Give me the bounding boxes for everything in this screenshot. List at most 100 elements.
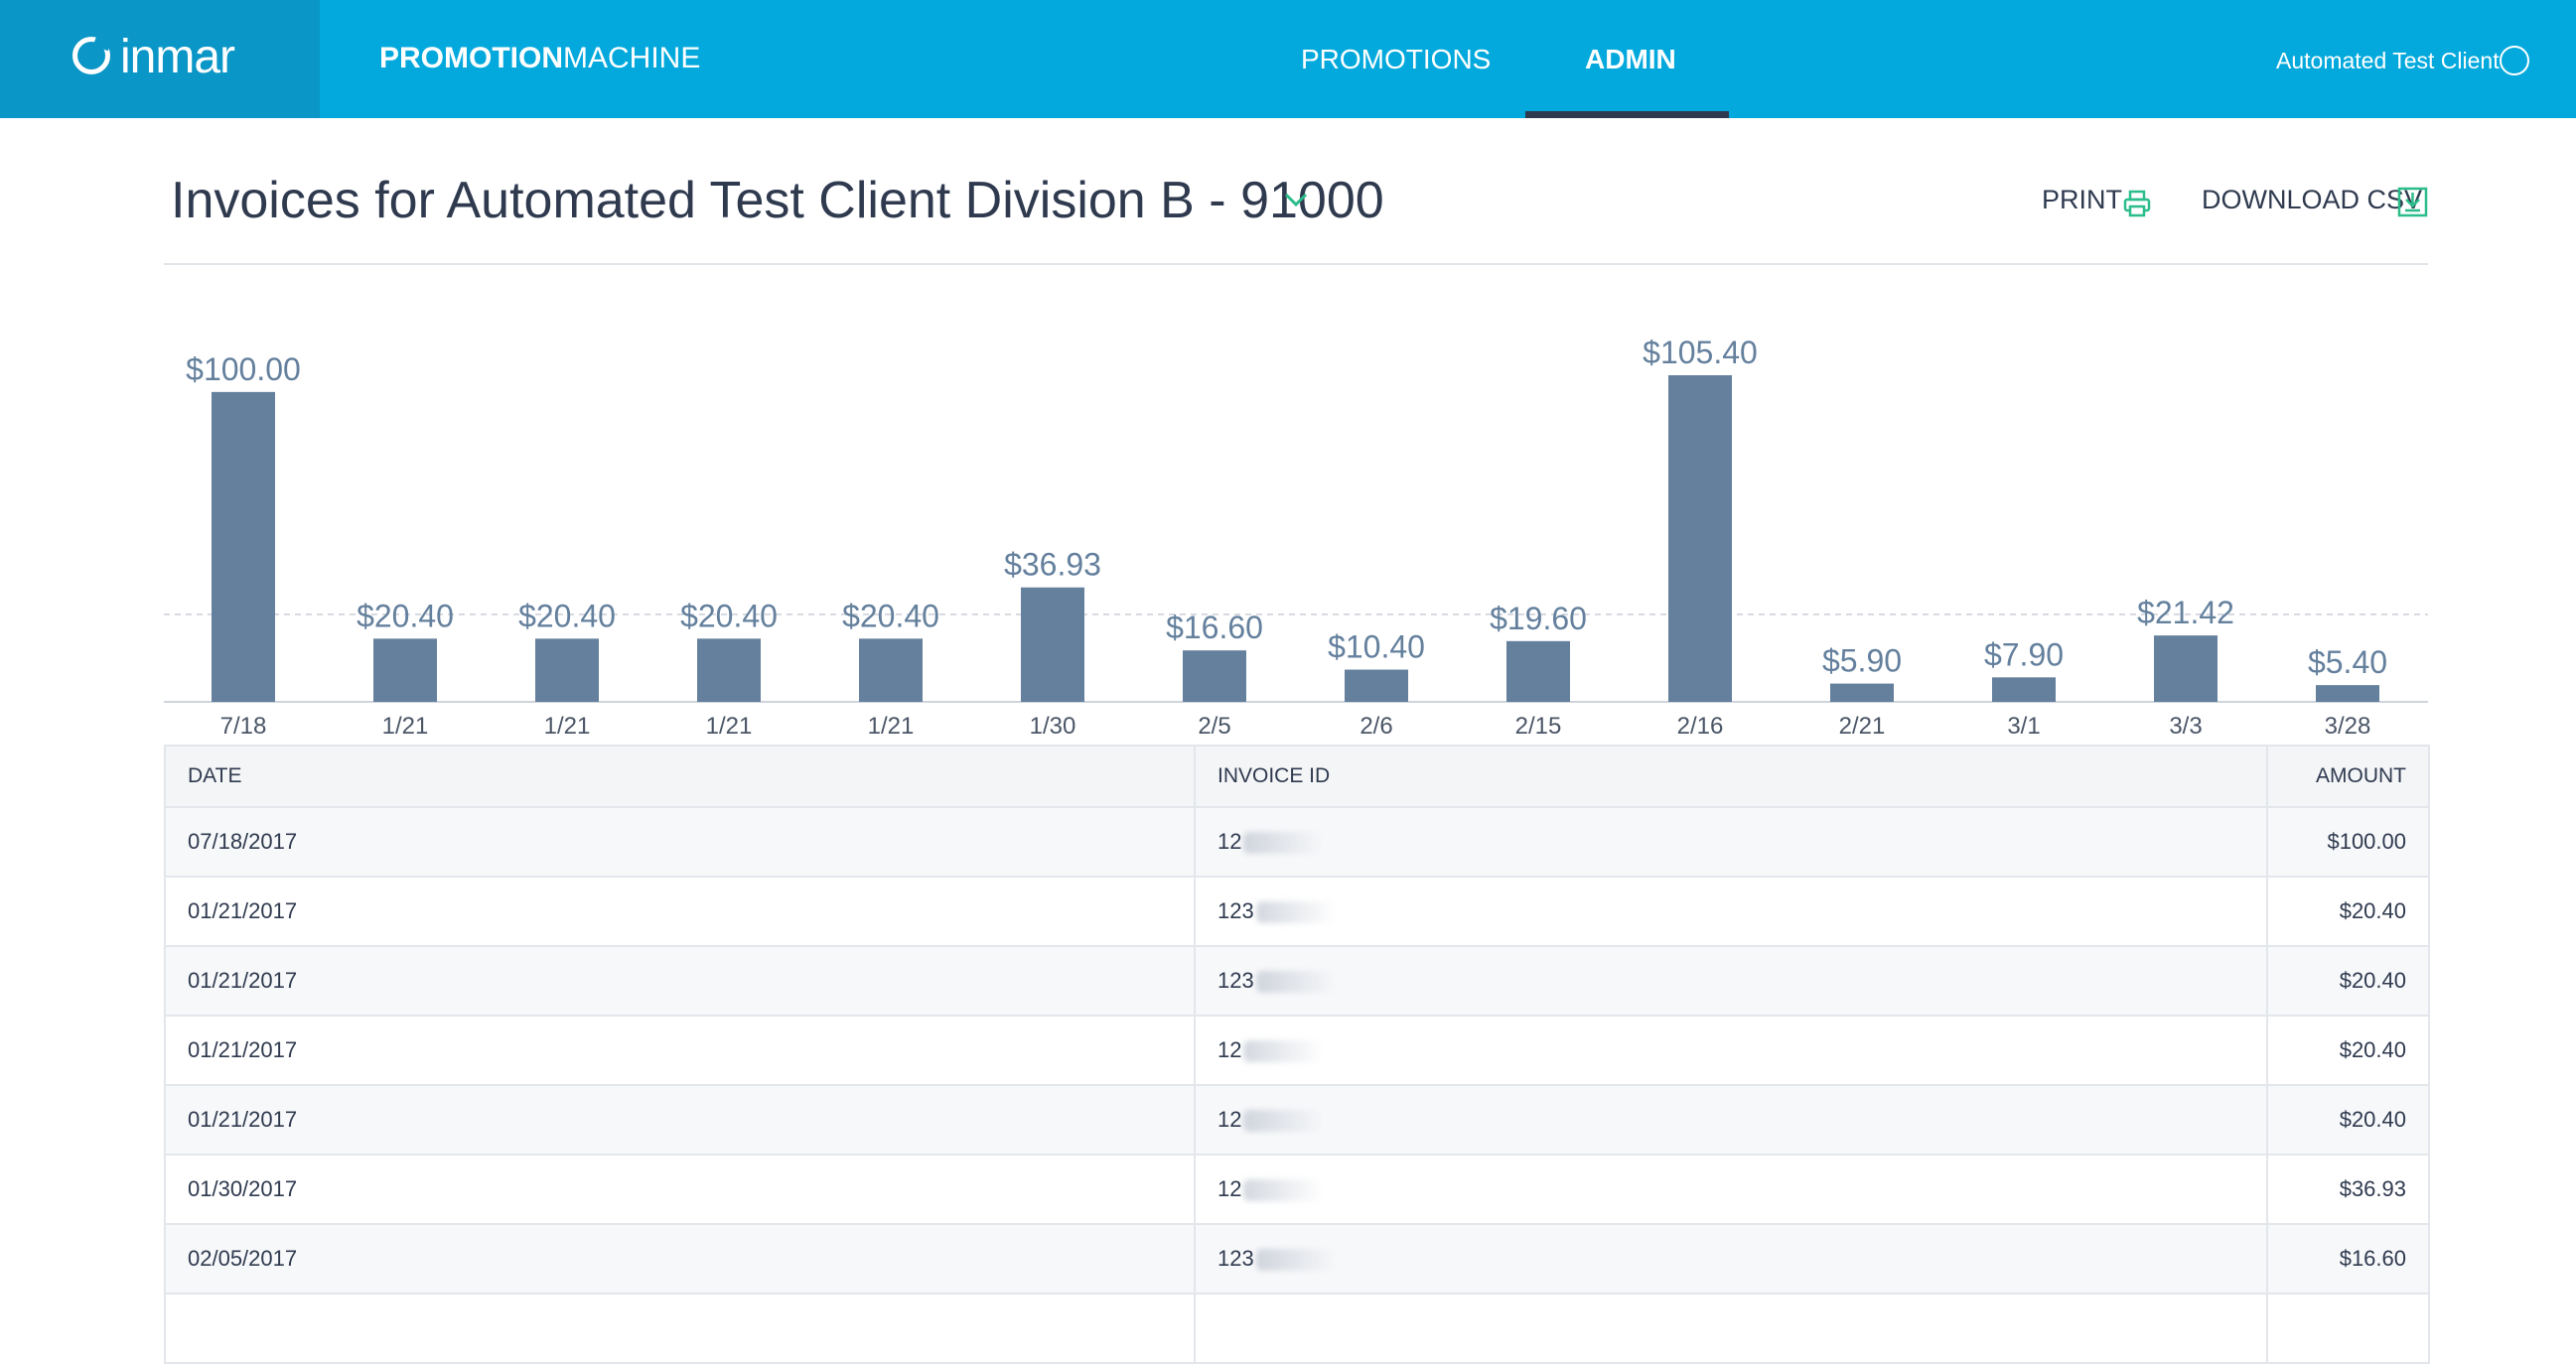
cell-amount: $20.40 xyxy=(2266,1015,2430,1086)
tab-admin[interactable]: ADMIN xyxy=(1585,44,1676,75)
invoice-id-text: 12 xyxy=(1217,1037,1242,1062)
chart-value-label: $36.93 xyxy=(1004,547,1101,583)
cell-invoice-id: 12 xyxy=(1194,1154,2268,1225)
cell-invoice-id: 123 xyxy=(1194,876,2268,947)
chart-bar[interactable] xyxy=(1345,669,1408,702)
redacted-blur xyxy=(1255,901,1336,924)
chart-bar[interactable] xyxy=(1668,375,1732,702)
cell-amount: $20.40 xyxy=(2266,945,2430,1017)
user-avatar-icon[interactable] xyxy=(2500,46,2529,75)
cell-date: 01/21/2017 xyxy=(164,1015,1196,1086)
logo-text: inmar xyxy=(120,31,235,83)
chart-value-label: $5.40 xyxy=(2308,644,2387,680)
column-header-amount[interactable]: AMOUNT xyxy=(2266,745,2430,808)
table-row[interactable]: 01/21/2017 123 $20.40 xyxy=(164,945,2430,1017)
download-csv-label: DOWNLOAD CSV xyxy=(2202,185,2423,214)
chevron-down-icon xyxy=(1284,193,1308,207)
product-name-light: MACHINE xyxy=(563,42,701,74)
table-header-row: DATE INVOICE ID AMOUNT xyxy=(164,745,2430,808)
chart-category-label: 2/15 xyxy=(1515,713,1562,740)
chart-category-label: 2/21 xyxy=(1839,713,1886,740)
chart-bar[interactable] xyxy=(373,638,437,702)
top-navigation-bar: inmar PROMOTIONMACHINE PROMOTIONS ADMIN … xyxy=(0,0,2576,118)
chart-category-label: 1/30 xyxy=(1030,713,1076,740)
invoice-bar-chart: $100.00 7/18 $20.40 1/21 $20.40 1/21 $20.40 1/2… xyxy=(0,298,2576,745)
cell-invoice-id: 12 xyxy=(1194,1084,2268,1156)
cell-invoice-id: 12 xyxy=(1194,806,2268,878)
chart-value-label: $20.40 xyxy=(680,598,778,633)
print-button[interactable]: PRINT xyxy=(2042,185,2151,217)
cell-date: 07/18/2017 xyxy=(164,806,1196,878)
chart-category-label: 1/21 xyxy=(544,713,591,740)
invoice-id-text: 123 xyxy=(1217,968,1254,993)
cell-amount: $20.40 xyxy=(2266,1084,2430,1156)
chart-value-label: $21.42 xyxy=(2137,595,2234,630)
chart-bar[interactable] xyxy=(859,638,923,702)
redacted-blur xyxy=(1243,1110,1324,1133)
redacted-blur xyxy=(1243,1040,1324,1063)
redacted-blur xyxy=(1243,832,1324,855)
cell-date: 01/21/2017 xyxy=(164,945,1196,1017)
active-tab-indicator xyxy=(1525,111,1729,118)
table-row[interactable]: 01/21/2017 12 $20.40 xyxy=(164,1084,2430,1156)
chart-category-label: 3/1 xyxy=(2007,713,2040,740)
cell-date: 01/21/2017 xyxy=(164,1084,1196,1156)
cell-invoice-id: 123 xyxy=(1194,945,2268,1017)
redacted-blur xyxy=(1255,971,1336,994)
column-header-invoice-id[interactable]: INVOICE ID xyxy=(1194,745,2268,808)
cell-amount: $36.93 xyxy=(2266,1154,2430,1225)
table-row[interactable]: 01/30/2017 12 $36.93 xyxy=(164,1154,2430,1225)
chart-value-label: $20.40 xyxy=(842,598,939,633)
chart-value-label: $100.00 xyxy=(186,351,301,387)
redacted-blur xyxy=(1243,1179,1324,1202)
chart-category-label: 1/21 xyxy=(706,713,753,740)
tab-promotions[interactable]: PROMOTIONS xyxy=(1301,44,1491,75)
download-icon xyxy=(2397,187,2428,217)
table-row[interactable]: 01/21/2017 12 $20.40 xyxy=(164,1015,2430,1086)
chart-bar[interactable] xyxy=(535,638,599,702)
download-csv-button[interactable]: DOWNLOAD CSV xyxy=(2202,185,2428,217)
chart-bar[interactable] xyxy=(1021,587,1084,702)
table-row[interactable]: 01/21/2017 123 $20.40 xyxy=(164,876,2430,947)
table-row-partial[interactable] xyxy=(164,1293,2430,1364)
invoice-id-text: 123 xyxy=(1217,1246,1254,1271)
chart-category-label: 2/6 xyxy=(1360,713,1392,740)
chart-bar[interactable] xyxy=(2154,635,2218,702)
cell-invoice-id: 123 xyxy=(1194,1223,2268,1295)
cell-amount: $100.00 xyxy=(2266,806,2430,878)
cell-date: 01/21/2017 xyxy=(164,876,1196,947)
product-name: PROMOTIONMACHINE xyxy=(379,42,700,75)
invoice-id-text: 12 xyxy=(1217,829,1242,854)
chart-category-label: 3/28 xyxy=(2325,713,2371,740)
chart-category-label: 1/21 xyxy=(382,713,429,740)
chart-value-label: $19.60 xyxy=(1490,601,1587,636)
chart-value-label: $16.60 xyxy=(1166,610,1263,645)
chart-bar[interactable] xyxy=(697,638,761,702)
chart-bar[interactable] xyxy=(2316,685,2379,702)
print-label: PRINT xyxy=(2042,185,2122,214)
invoice-id-text: 12 xyxy=(1217,1107,1242,1132)
column-header-date[interactable]: DATE xyxy=(164,745,1196,808)
invoice-id-text: 123 xyxy=(1217,898,1254,923)
header-divider xyxy=(164,263,2428,265)
chart-bar[interactable] xyxy=(1830,683,1894,702)
chart-bar[interactable] xyxy=(1992,677,2056,702)
chart-value-label: $7.90 xyxy=(1984,636,2064,672)
chart-bar[interactable] xyxy=(1183,650,1246,702)
chart-bar[interactable] xyxy=(1506,640,1570,702)
cell-amount: $16.60 xyxy=(2266,1223,2430,1295)
brand-logo[interactable]: inmar xyxy=(0,0,320,118)
client-name[interactable]: Automated Test Client xyxy=(2276,48,2500,74)
chart-category-label: 2/5 xyxy=(1198,713,1230,740)
invoice-id-text: 12 xyxy=(1217,1176,1242,1201)
chart-bar[interactable] xyxy=(212,391,275,702)
table-row[interactable]: 07/18/2017 12 $100.00 xyxy=(164,806,2430,878)
table-row[interactable]: 02/05/2017 123 $16.60 xyxy=(164,1223,2430,1295)
chart-value-label: $20.40 xyxy=(357,598,454,633)
chart-category-label: 7/18 xyxy=(220,713,267,740)
cell-date: 01/30/2017 xyxy=(164,1154,1196,1225)
chart-category-label: 1/21 xyxy=(868,713,915,740)
division-dropdown-button[interactable] xyxy=(1281,185,1311,214)
cell-date: 02/05/2017 xyxy=(164,1223,1196,1295)
printer-icon xyxy=(2123,190,2151,217)
